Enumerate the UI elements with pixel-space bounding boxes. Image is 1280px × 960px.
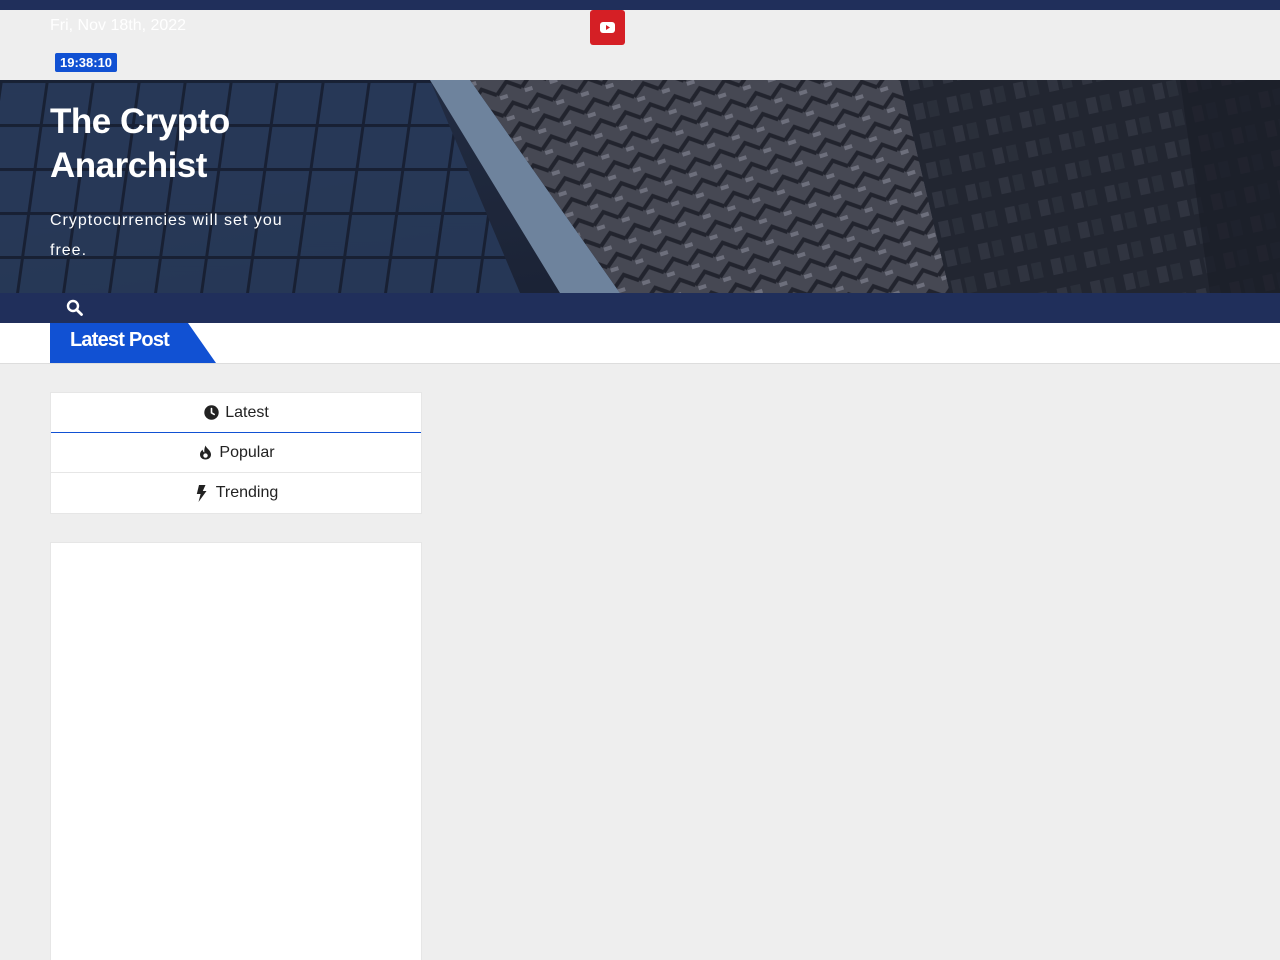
bolt-icon [194, 484, 210, 502]
latest-post-title: Latest Post [70, 329, 170, 351]
site-tagline: Cryptocurrencies will set you free. [50, 212, 283, 259]
header-date: Fri, Nov 18th, 2022 [50, 17, 187, 34]
main-nav-bar [0, 293, 1280, 323]
top-bar: Fri, Nov 18th, 2022 19:38:10 [0, 10, 1280, 80]
tab-latest[interactable]: Latest [51, 393, 421, 433]
search-icon [66, 299, 83, 316]
latest-post-label: Latest Post [50, 323, 218, 363]
tab-trending-label: Trending [215, 484, 279, 501]
header-clock: 19:38:10 [55, 53, 118, 72]
tab-latest-label: Latest [225, 403, 269, 421]
clock-icon [203, 405, 219, 421]
search-button[interactable] [64, 296, 84, 318]
fire-icon [197, 445, 213, 461]
latest-post-ticker: Latest Post [0, 323, 1280, 364]
tab-trending[interactable]: Trending [51, 473, 421, 513]
tab-content-panel [50, 542, 422, 960]
youtube-button[interactable] [590, 10, 625, 45]
tab-popular[interactable]: Popular [51, 433, 421, 473]
site-header-banner: The Crypto Anarchist Cryptocurrencies wi… [0, 80, 1280, 293]
post-tabs: Latest Popular Trending [50, 392, 422, 514]
youtube-icon [600, 22, 615, 33]
tab-popular-label: Popular [219, 443, 275, 461]
site-title[interactable]: The Crypto Anarchist [50, 100, 310, 188]
top-accent-strip [0, 0, 1280, 10]
